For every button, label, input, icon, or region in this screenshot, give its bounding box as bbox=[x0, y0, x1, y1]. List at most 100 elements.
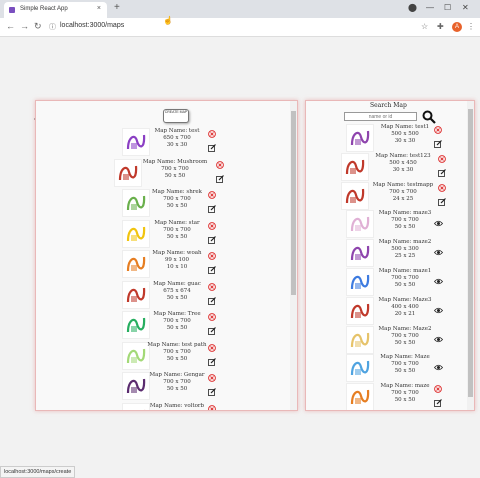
map-size: 400 x 400 bbox=[391, 303, 419, 310]
edit-icon[interactable] bbox=[216, 174, 224, 183]
delete-icon[interactable] bbox=[208, 130, 216, 138]
map-info: Map Name: test path 700 x 700 50 x 50 bbox=[142, 342, 212, 363]
delete-icon[interactable] bbox=[208, 221, 216, 230]
map-name: Map Name: Mushroom bbox=[142, 158, 208, 165]
menu-icon[interactable]: ⋮ bbox=[467, 22, 475, 31]
scrollbar-thumb[interactable] bbox=[468, 109, 473, 397]
map-grid: 20 x 21 bbox=[394, 310, 416, 317]
edit-icon[interactable] bbox=[434, 140, 442, 148]
map-grid: 24 x 25 bbox=[392, 195, 414, 202]
delete-icon[interactable] bbox=[434, 126, 442, 134]
edit-icon[interactable] bbox=[208, 144, 216, 152]
map-size: 700 x 700 bbox=[163, 379, 191, 385]
map-grid: 30 x 30 bbox=[394, 138, 416, 144]
profile-avatar[interactable]: A bbox=[452, 22, 462, 32]
forward-icon[interactable]: → bbox=[20, 21, 29, 31]
map-thumbnail[interactable] bbox=[341, 181, 369, 210]
view-icon[interactable] bbox=[434, 335, 443, 344]
delete-icon[interactable] bbox=[438, 183, 446, 192]
map-grid: 50 x 50 bbox=[166, 203, 188, 209]
map-name: Map Name: test bbox=[154, 128, 200, 134]
map-list-item: Map Name: Tree 700 x 700 50 x 50 bbox=[122, 311, 232, 341]
delete-icon[interactable] bbox=[208, 313, 216, 321]
create-map-button[interactable]: CREATE MAP bbox=[163, 109, 189, 123]
map-name: Map Name: test1 bbox=[380, 124, 430, 130]
scrollbar-thumb[interactable] bbox=[291, 111, 296, 295]
map-info: Map Name: woah 99 x 100 10 x 10 bbox=[142, 250, 212, 271]
view-icon[interactable] bbox=[434, 306, 443, 315]
view-icon[interactable] bbox=[434, 248, 443, 257]
map-info: Map Name: testmapp 700 x 700 24 x 25 bbox=[368, 182, 438, 203]
map-size: 700 x 700 bbox=[391, 275, 419, 281]
browser-tab[interactable]: Simple React App × bbox=[4, 2, 107, 18]
delete-icon[interactable] bbox=[434, 385, 442, 394]
map-thumbnail[interactable] bbox=[341, 152, 369, 181]
extensions-icon[interactable]: ✚ bbox=[437, 22, 444, 31]
search-input[interactable] bbox=[344, 112, 417, 121]
reload-icon[interactable]: ↻ bbox=[34, 21, 42, 32]
close-window-button[interactable]: ✕ bbox=[462, 3, 469, 12]
search-result-item: Map Name: maze 700 x 700 50 x 50 bbox=[346, 383, 456, 410]
info-icon[interactable]: ⓘ bbox=[49, 22, 56, 32]
delete-icon[interactable] bbox=[438, 154, 446, 163]
delete-icon[interactable] bbox=[208, 374, 216, 382]
edit-icon[interactable] bbox=[208, 327, 216, 335]
map-size: 500 x 450 bbox=[389, 159, 417, 166]
map-grid: 25 x 25 bbox=[394, 253, 416, 260]
map-name: Map Name: maze1 bbox=[378, 268, 432, 274]
minimize-button[interactable]: — bbox=[426, 3, 434, 12]
maximize-button[interactable]: ☐ bbox=[444, 3, 451, 12]
map-thumbnail[interactable] bbox=[114, 158, 142, 187]
map-name: Map Name: test path bbox=[147, 341, 207, 348]
delete-icon[interactable] bbox=[208, 252, 216, 260]
edit-icon[interactable] bbox=[208, 266, 216, 274]
map-info: Map Name: test123 500 x 450 30 x 30 bbox=[368, 153, 438, 174]
map-name: Map Name: Gengar bbox=[149, 372, 205, 378]
new-tab-button[interactable]: + bbox=[114, 2, 120, 13]
edit-icon[interactable] bbox=[208, 296, 216, 305]
map-info: Map Name: Mushroom 700 x 700 50 x 50 bbox=[140, 159, 210, 180]
map-size: 675 x 674 bbox=[163, 287, 191, 294]
tab-close-icon[interactable]: × bbox=[97, 5, 101, 12]
edit-icon[interactable] bbox=[434, 399, 442, 408]
view-icon[interactable] bbox=[434, 363, 443, 372]
map-grid: 50 x 50 bbox=[394, 224, 416, 231]
delete-icon[interactable] bbox=[208, 343, 216, 352]
search-icon[interactable] bbox=[422, 110, 436, 124]
back-icon[interactable]: ← bbox=[6, 21, 15, 31]
map-info: Map Name: shrek 700 x 700 50 x 50 bbox=[142, 189, 212, 210]
map-info: Map Name: maze 700 x 700 50 x 50 bbox=[370, 383, 440, 404]
map-info: Map Name: Tree 700 x 700 50 x 50 bbox=[142, 311, 212, 332]
view-icon[interactable] bbox=[434, 277, 443, 286]
delete-icon[interactable] bbox=[208, 404, 216, 412]
address-bar[interactable]: localhost:3000/maps bbox=[60, 22, 124, 29]
view-icon[interactable] bbox=[434, 219, 443, 228]
map-name: Map Name: Maze2 bbox=[378, 325, 432, 332]
edit-icon[interactable] bbox=[438, 168, 446, 177]
map-grid: 50 x 50 bbox=[394, 368, 416, 375]
map-grid: 50 x 50 bbox=[166, 233, 188, 240]
search-title: Search Map bbox=[370, 102, 407, 109]
scrollbar[interactable] bbox=[290, 101, 297, 410]
delete-icon[interactable] bbox=[208, 191, 216, 199]
mouse-cursor-icon: ☝ bbox=[163, 16, 173, 25]
edit-icon[interactable] bbox=[208, 235, 216, 244]
scrollbar[interactable] bbox=[467, 101, 474, 410]
delete-icon[interactable] bbox=[208, 282, 216, 291]
map-size: 700 x 700 bbox=[142, 410, 212, 411]
map-info: Map Name: star 700 x 700 50 x 50 bbox=[142, 220, 212, 241]
map-size: 700 x 700 bbox=[391, 332, 419, 339]
profile-dropdown-icon[interactable]: ⬤ bbox=[408, 3, 417, 12]
bookmark-star-icon[interactable]: ☆ bbox=[421, 22, 428, 31]
delete-icon[interactable] bbox=[216, 160, 224, 169]
edit-icon[interactable] bbox=[208, 388, 216, 396]
edit-icon[interactable] bbox=[208, 205, 216, 213]
map-size: 700 x 700 bbox=[391, 217, 419, 224]
search-result-item: Map Name: Maze 700 x 700 50 x 50 bbox=[346, 354, 456, 384]
map-name: Map Name: shrek bbox=[152, 189, 202, 195]
edit-icon[interactable] bbox=[438, 197, 446, 206]
map-info: Map Name: guac 675 x 674 50 x 50 bbox=[142, 281, 212, 302]
browser-toolbar: ← → ↻ ⓘ localhost:3000/maps ☆ ✚ A ⋮ bbox=[0, 18, 480, 37]
map-info: Map Name: Maze2 700 x 700 50 x 50 bbox=[370, 326, 440, 347]
edit-icon[interactable] bbox=[208, 357, 216, 366]
